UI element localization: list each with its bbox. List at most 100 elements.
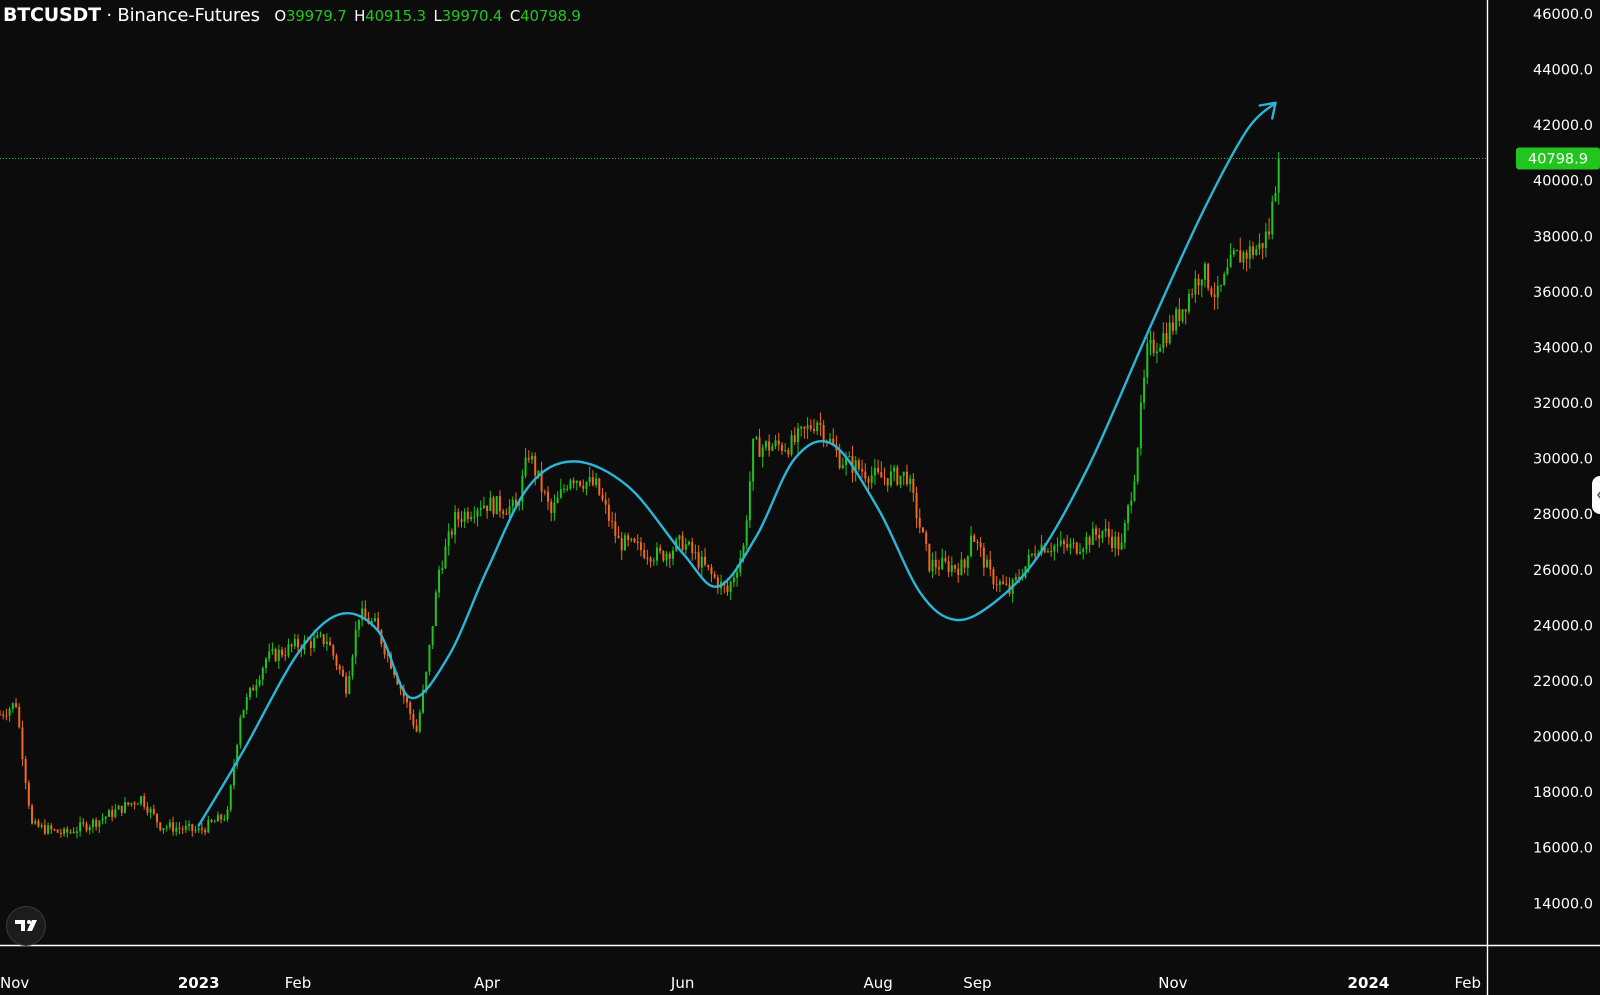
candle-body [56,829,59,833]
candle-body [992,569,995,585]
candle-body [290,644,293,647]
y-tick-label: 20000.0 [1533,730,1593,746]
candle-body [970,535,973,556]
candle-body [322,634,325,644]
chevron-left-icon[interactable] [1592,476,1600,514]
candle-body [165,827,168,829]
candle-body [111,810,114,818]
candle-body [563,488,566,490]
candle-body [857,460,860,470]
candle-body [902,471,905,476]
candle-body [905,471,908,485]
candle-body [1168,322,1171,344]
candle-body [63,828,66,834]
candle-body [162,828,165,831]
candle-body [893,467,896,472]
candle-body [454,512,457,535]
candle-body [293,639,296,647]
candle-body [1207,263,1210,289]
candle-body [223,819,226,821]
x-tick-label: 2024 [1348,974,1390,992]
x-tick-label: Sep [963,974,991,992]
x-tick-label: Nov [0,974,29,992]
candle-body [1152,339,1155,354]
candle-body [136,803,139,805]
candle-body [18,706,21,728]
candle-body [335,655,338,666]
candle-body [1165,333,1168,344]
candle-body [460,519,463,522]
candle-body [963,559,966,568]
candle-body [11,703,14,709]
candle-body [688,541,691,545]
candle-body [101,818,104,821]
y-tick-label: 30000.0 [1533,452,1593,468]
candle-body [24,759,27,783]
candle-body [197,828,200,830]
candle-body [1107,528,1110,537]
candle-body [85,823,88,831]
last-price-badge-layer: 40798.9 [1516,147,1600,170]
x-tick-label: Jun [670,974,694,992]
x-tick-label: Apr [474,974,501,992]
candle-body [604,499,607,505]
candle-body [543,491,546,493]
candle-body [944,557,947,562]
candle-body [82,822,85,824]
candle-body [780,444,783,451]
candle-body [867,478,870,483]
candle-body [184,825,187,830]
candle-body [691,541,694,553]
candle-body [1014,577,1017,580]
candle-body [937,567,940,570]
candle-body [1127,505,1130,524]
candle-body [130,802,133,805]
candle-body [1079,551,1081,554]
candle-body [140,796,143,804]
candle-body [50,825,53,830]
ohlc-values: O39979.7 H40915.3 L39970.4 C40798.9 [271,7,581,25]
candle-body [1046,551,1049,553]
candle-body [1261,243,1264,248]
candle-body [204,829,207,833]
candle-body [377,618,380,630]
candle-body [1002,581,1005,584]
candle-body [838,450,841,469]
candle-body [748,481,751,521]
candle-body [431,626,434,646]
y-tick-label: 34000.0 [1533,340,1593,356]
candle-body [909,478,912,485]
candle-body [0,714,1,716]
candle-body [8,708,11,716]
candle-body [668,553,671,559]
y-tick-label: 28000.0 [1533,507,1593,523]
candle-body [973,535,976,542]
candle-body [447,531,450,547]
tradingview-logo-icon[interactable] [6,906,46,946]
candle-body [220,814,223,820]
candle-body [188,824,191,826]
candle-body [120,805,123,813]
candle-body [764,441,767,448]
y-tick-label: 40000.0 [1533,174,1593,190]
candle-body [476,509,479,517]
candle-body [450,531,453,535]
candle-body [614,521,617,536]
candle-body [1120,542,1123,550]
candle-body [1059,540,1062,545]
candle-body [40,824,43,827]
candle-body [697,552,700,568]
symbol-name[interactable]: BTCUSDT [3,4,101,26]
candle-body [95,819,98,827]
candle-body [1232,250,1235,255]
candle-body [463,511,466,522]
candle-body [216,814,219,822]
candle-body [482,505,485,508]
candle-body [53,829,56,831]
candle-body [351,656,354,676]
candle-body [726,585,729,592]
candle-body [191,824,194,831]
candle-body [434,592,437,627]
candle-body [47,825,50,834]
candle-body [579,481,582,486]
